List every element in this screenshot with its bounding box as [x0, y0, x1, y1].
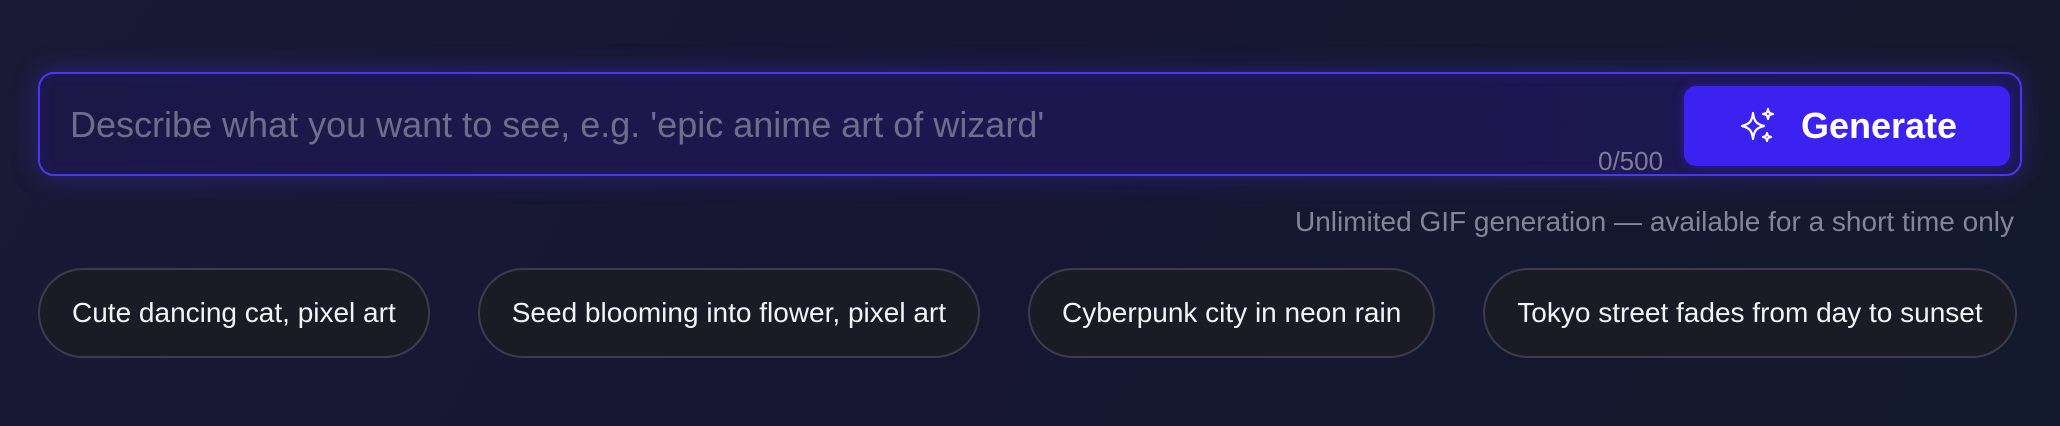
prompt-input[interactable]	[70, 96, 1630, 154]
suggestion-chips: Cute dancing cat, pixel art Seed bloomin…	[38, 268, 2017, 358]
generate-button-label: Generate	[1800, 105, 1958, 146]
generate-button[interactable]: Generate	[1684, 86, 2010, 166]
prompt-box: 0/500 Generate	[38, 72, 2022, 176]
suggestion-chip[interactable]: Tokyo street fades from day to sunset	[1483, 268, 2017, 358]
suggestion-chip[interactable]: Seed blooming into flower, pixel art	[477, 268, 980, 358]
character-counter: 0/500	[1598, 146, 1664, 176]
suggestion-chip[interactable]: Cyberpunk city in neon rain	[1028, 268, 1436, 358]
suggestion-chip[interactable]: Cute dancing cat, pixel art	[38, 268, 430, 358]
sparkles-icon	[1737, 106, 1777, 146]
notice-text: Unlimited GIF generation — available for…	[1295, 206, 2014, 237]
